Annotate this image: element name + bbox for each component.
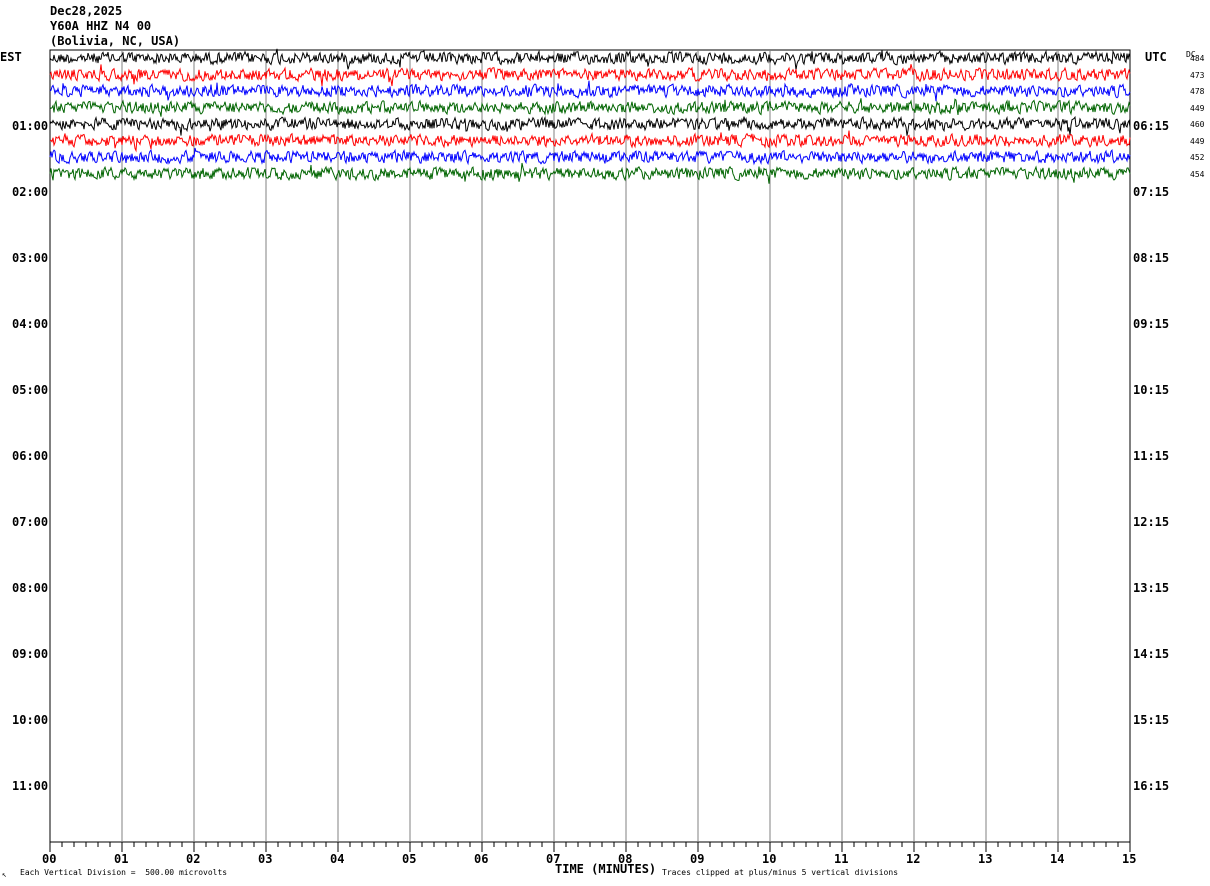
x-tick-label: 11 [834,852,849,866]
left-hour-label: 04:00 [12,317,49,331]
x-tick-label: 02 [186,852,201,866]
corner-marker: ↖ [2,870,7,879]
dc-value-label: 452 [1190,153,1205,162]
seismic-trace [49,48,1131,70]
right-hour-label: 10:15 [1133,383,1170,397]
x-tick-label: 15 [1122,852,1137,866]
dc-value-label: 460 [1190,120,1205,129]
right-hour-label: 07:15 [1133,185,1170,199]
seismic-trace [49,130,1131,153]
dc-value-label: 454 [1190,169,1205,179]
seismic-trace [49,115,1131,136]
right-hour-label: 06:15 [1133,119,1170,133]
right-hour-label: 13:15 [1133,581,1170,595]
x-tick-label: 10 [762,852,777,866]
x-tick-label: 12 [906,852,921,866]
left-hour-label: 09:00 [12,647,49,661]
right-hour-label: 15:15 [1133,713,1170,727]
seismic-trace [49,80,1131,102]
right-hour-label: 09:15 [1133,317,1170,331]
x-tick-label: 13 [978,852,993,866]
left-hour-label: 02:00 [12,185,49,199]
x-axis-label: TIME (MINUTES) [555,862,657,876]
right-hour-label: 14:15 [1133,647,1170,661]
left-hour-label: 06:00 [12,449,49,463]
right-hour-label: 11:15 [1133,449,1170,463]
x-tick-label: 01 [114,852,129,866]
dc-value-label: 484 [1190,54,1205,63]
seismic-trace [49,162,1131,184]
seismic-trace [49,147,1131,166]
seismic-trace [49,98,1131,117]
dc-value-label: 473 [1190,70,1205,80]
left-hour-label: 10:00 [12,713,49,727]
right-hour-label: 08:15 [1133,251,1170,265]
dc-value-label: 449 [1190,136,1205,146]
left-hour-label: 03:00 [12,251,49,265]
dc-value-label: 478 [1190,87,1205,96]
x-tick-label: 06 [474,852,489,866]
scale-note: Each Vertical Division = 500.00 microvol… [20,868,228,877]
right-hour-label: 16:15 [1133,779,1170,793]
x-tick-label: 05 [402,852,417,866]
seismic-trace [49,64,1131,87]
left-hour-label: 05:00 [12,383,49,397]
left-hour-label: 01:00 [12,119,49,133]
clip-note: Traces clipped at plus/minus 5 vertical … [662,868,899,877]
right-hour-label: 12:15 [1133,515,1170,529]
x-tick-label: 03 [258,852,273,866]
x-tick-label: 14 [1050,852,1065,866]
left-hour-label: 08:00 [12,581,49,595]
x-tick-label: 09 [690,852,705,866]
dc-value-label: 449 [1190,103,1205,113]
x-tick-label: 00 [42,852,57,866]
x-tick-label: 04 [330,852,345,866]
left-hour-label: 11:00 [12,779,49,793]
left-hour-label: 07:00 [12,515,49,529]
seismogram-chart [49,48,1131,852]
